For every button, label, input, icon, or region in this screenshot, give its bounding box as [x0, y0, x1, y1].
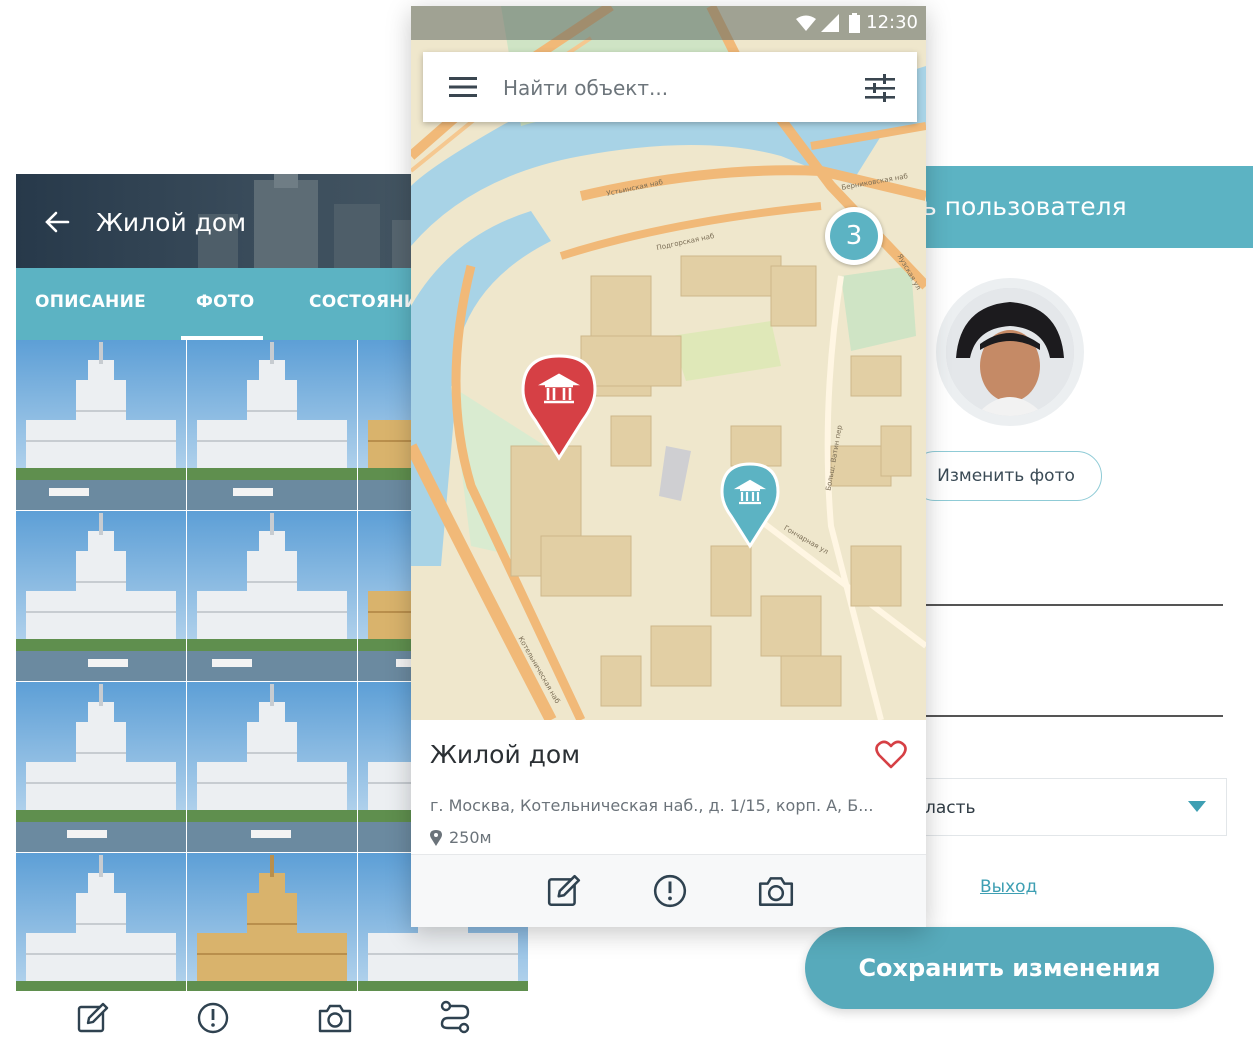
- back-arrow-icon[interactable]: [44, 210, 70, 234]
- battery-icon: [849, 13, 860, 33]
- photo-thumbnail[interactable]: [16, 511, 186, 681]
- profile-field-underline[interactable]: [926, 715, 1223, 717]
- search-input[interactable]: Найти объект...: [503, 76, 668, 100]
- tab-description[interactable]: ОПИСАНИЕ: [35, 292, 146, 312]
- object-card[interactable]: Жилой дом г. Москва, Котельническая наб.…: [411, 720, 926, 927]
- edit-icon[interactable]: [546, 873, 582, 909]
- object-title: Жилой дом: [96, 208, 247, 237]
- map-screen: Устьинская наб Подгорская наб Берниковск…: [411, 6, 926, 927]
- cluster-marker[interactable]: 3: [825, 207, 883, 265]
- photo-thumbnail[interactable]: [16, 682, 186, 852]
- location-pin-icon: [430, 830, 442, 846]
- alert-icon[interactable]: [196, 1001, 230, 1035]
- search-bar[interactable]: Найти объект...: [423, 52, 917, 122]
- camera-icon[interactable]: [316, 1001, 354, 1035]
- region-select[interactable]: ласть: [900, 778, 1227, 836]
- profile-title: ь пользователя: [922, 192, 1127, 221]
- avatar-photo: [946, 288, 1074, 416]
- wifi-icon: [796, 15, 816, 31]
- avatar[interactable]: [936, 278, 1084, 426]
- card-title: Жилой дом: [430, 740, 581, 769]
- edit-icon[interactable]: [76, 1001, 110, 1035]
- status-time: 12:30: [866, 12, 918, 33]
- photo-thumbnail[interactable]: [16, 340, 186, 510]
- selected-object-pin[interactable]: [521, 354, 597, 462]
- cluster-count: 3: [830, 212, 878, 260]
- photo-thumbnail[interactable]: [187, 511, 357, 681]
- status-bar: 12:30: [411, 6, 926, 40]
- signal-icon: [821, 14, 839, 32]
- filter-icon[interactable]: [865, 74, 895, 102]
- heart-icon[interactable]: [875, 740, 907, 770]
- logout-link[interactable]: Выход: [980, 877, 1037, 897]
- card-actions: [411, 855, 926, 927]
- profile-field-underline[interactable]: [926, 604, 1223, 606]
- object-pin[interactable]: [720, 462, 780, 550]
- region-select-value: ласть: [925, 798, 976, 818]
- chevron-down-icon: [1188, 801, 1206, 812]
- photo-thumbnail[interactable]: [187, 682, 357, 852]
- tab-photo[interactable]: ФОТО: [196, 292, 255, 312]
- route-icon[interactable]: [438, 999, 472, 1035]
- save-changes-button[interactable]: Сохранить изменения: [805, 927, 1214, 1009]
- object-bottom-bar: [16, 991, 530, 1046]
- change-photo-button[interactable]: Изменить фото: [910, 451, 1102, 501]
- menu-icon[interactable]: [449, 76, 479, 98]
- photo-thumbnail[interactable]: [187, 340, 357, 510]
- card-distance: 250м: [449, 828, 492, 847]
- camera-icon[interactable]: [756, 873, 796, 909]
- alert-icon[interactable]: [652, 873, 688, 909]
- card-address: г. Москва, Котельническая наб., д. 1/15,…: [430, 796, 874, 815]
